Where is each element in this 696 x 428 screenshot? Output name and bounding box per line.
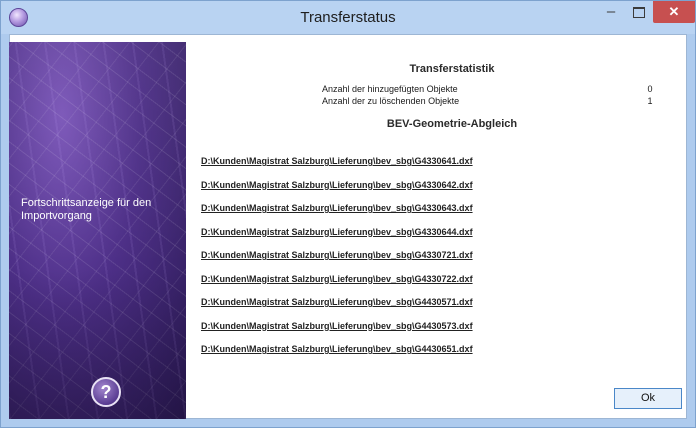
file-link[interactable]: D:\Kunden\Magistrat Salzburg\Lieferung\b…: [201, 227, 621, 251]
file-link[interactable]: D:\Kunden\Magistrat Salzburg\Lieferung\b…: [201, 274, 621, 298]
stat-value-deleted: 1: [647, 96, 653, 106]
sidebar-panel: Fortschrittsanzeige für den Importvorgan…: [9, 42, 186, 419]
stat-label-deleted: Anzahl der zu löschenden Objekte: [322, 96, 460, 106]
title-bar[interactable]: Transferstatus – ✕: [1, 1, 695, 34]
file-link[interactable]: D:\Kunden\Magistrat Salzburg\Lieferung\b…: [201, 203, 621, 227]
file-link[interactable]: D:\Kunden\Magistrat Salzburg\Lieferung\b…: [201, 250, 621, 274]
close-button[interactable]: ✕: [653, 1, 695, 23]
window-title: Transferstatus: [300, 9, 396, 26]
help-icon[interactable]: ?: [91, 377, 121, 407]
file-link[interactable]: D:\Kunden\Magistrat Salzburg\Lieferung\b…: [201, 344, 621, 368]
file-link[interactable]: D:\Kunden\Magistrat Salzburg\Lieferung\b…: [201, 321, 621, 345]
sidebar-map-image: [9, 42, 186, 419]
file-link[interactable]: D:\Kunden\Magistrat Salzburg\Lieferung\b…: [201, 180, 621, 204]
ok-button[interactable]: Ok: [614, 388, 682, 409]
file-link[interactable]: D:\Kunden\Magistrat Salzburg\Lieferung\b…: [201, 156, 621, 180]
geometry-heading: BEV-Geometrie-Abgleich: [386, 118, 518, 130]
file-link-list: D:\Kunden\Magistrat Salzburg\Lieferung\b…: [201, 156, 621, 368]
stat-label-added: Anzahl der hinzugefügten Objekte: [322, 84, 458, 94]
stats-heading: Transferstatistik: [409, 63, 495, 75]
minimize-button[interactable]: –: [597, 1, 625, 23]
file-link[interactable]: D:\Kunden\Magistrat Salzburg\Lieferung\b…: [201, 297, 621, 321]
maximize-icon: [633, 7, 645, 19]
sidebar-caption: Fortschrittsanzeige für den Importvorgan…: [21, 197, 152, 222]
maximize-button[interactable]: [625, 1, 653, 23]
stat-value-added: 0: [647, 84, 653, 94]
